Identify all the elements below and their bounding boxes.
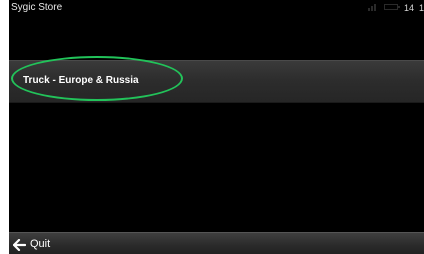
- clock-hour: 14: [403, 3, 414, 13]
- battery-icon: [384, 3, 400, 14]
- bottom-bar: Quit: [9, 232, 424, 254]
- app-screen: Sygic Store 14 1 Truck - Europe & Russia…: [9, 0, 424, 254]
- quit-button[interactable]: Quit: [9, 233, 60, 254]
- app-title: Sygic Store: [11, 2, 63, 13]
- signal-icon: [368, 3, 378, 14]
- back-arrow-icon: [12, 238, 27, 251]
- status-icons: [368, 3, 400, 14]
- status-bar: Sygic Store 14 1: [9, 0, 424, 17]
- quit-label: Quit: [30, 237, 51, 250]
- clock-extra: 1: [418, 3, 424, 13]
- highlight-ellipse: [11, 56, 183, 101]
